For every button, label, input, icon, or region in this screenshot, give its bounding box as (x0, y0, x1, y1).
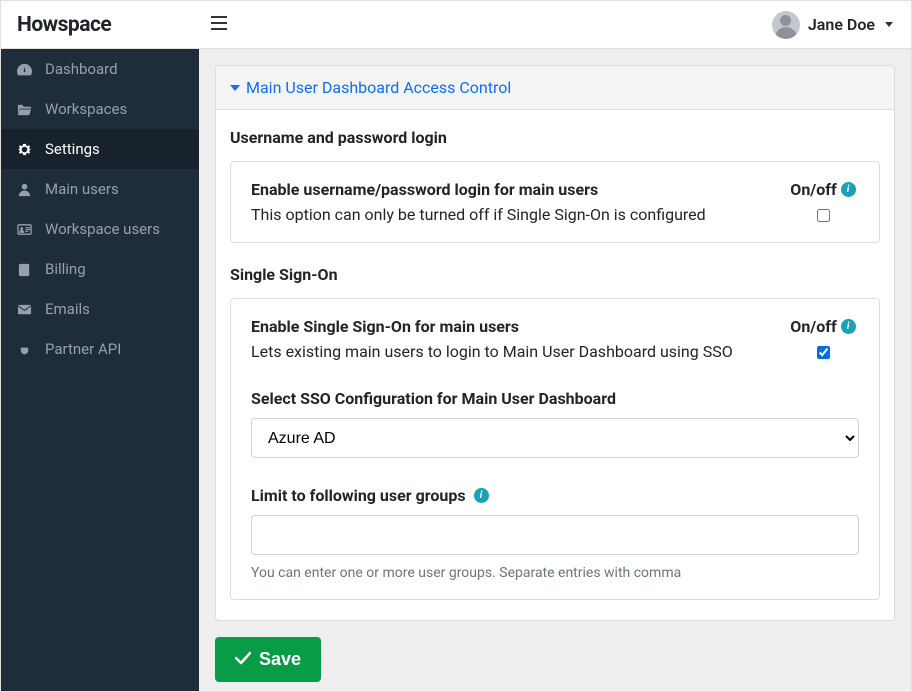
address-card-icon (15, 222, 33, 237)
section-heading-sso: Single Sign-On (230, 265, 880, 284)
main-content: Main User Dashboard Access Control Usern… (199, 49, 911, 691)
sso-title: Enable Single Sign-On for main users (251, 317, 767, 336)
section-heading-userpass: Username and password login (230, 128, 880, 147)
sidebar-item-label: Dashboard (45, 60, 118, 78)
gear-icon (15, 142, 33, 157)
sidebar-item-emails[interactable]: Emails (1, 289, 199, 329)
sidebar-item-workspace-users[interactable]: Workspace users (1, 209, 199, 249)
groups-help: You can enter one or more user groups. S… (251, 565, 859, 581)
accordion-title: Main User Dashboard Access Control (246, 78, 511, 97)
info-icon[interactable]: i (841, 319, 856, 334)
sso-desc: Lets existing main users to login to Mai… (251, 342, 767, 361)
hamburger-icon[interactable] (211, 14, 227, 35)
userpass-card: Enable username/password login for main … (230, 161, 880, 243)
caret-down-icon (230, 85, 240, 91)
sidebar-item-billing[interactable]: Billing (1, 249, 199, 289)
sidebar-item-label: Main users (45, 180, 119, 198)
userpass-toggle[interactable] (817, 209, 830, 222)
check-icon (235, 649, 251, 670)
toggle-label: On/off (790, 317, 836, 336)
user-icon (15, 182, 33, 197)
sidebar-item-label: Workspaces (45, 100, 127, 118)
user-name: Jane Doe (808, 15, 875, 34)
userpass-title: Enable username/password login for main … (251, 180, 767, 199)
sidebar-item-label: Partner API (45, 340, 121, 358)
info-icon[interactable]: i (841, 182, 856, 197)
sso-card: Enable Single Sign-On for main users Let… (230, 298, 880, 600)
accordion-header[interactable]: Main User Dashboard Access Control (216, 66, 894, 110)
toggle-label: On/off (790, 180, 836, 199)
groups-label: Limit to following user groups i (251, 486, 859, 505)
sso-config-label: Select SSO Configuration for Main User D… (251, 389, 859, 408)
plug-icon (15, 342, 33, 357)
access-control-accordion: Main User Dashboard Access Control Usern… (215, 65, 895, 621)
save-button[interactable]: Save (215, 637, 321, 682)
sidebar-item-label: Workspace users (45, 220, 160, 238)
sso-toggle[interactable] (817, 346, 830, 359)
sidebar: Dashboard Workspaces Settings Main users… (1, 49, 199, 691)
sidebar-item-dashboard[interactable]: Dashboard (1, 49, 199, 89)
sidebar-item-workspaces[interactable]: Workspaces (1, 89, 199, 129)
envelope-icon (15, 302, 33, 317)
groups-input[interactable] (251, 515, 859, 555)
info-icon[interactable]: i (474, 488, 489, 503)
caret-down-icon (885, 22, 893, 27)
sso-config-select[interactable]: Azure AD (251, 418, 859, 458)
folder-open-icon (15, 102, 33, 117)
sidebar-item-label: Billing (45, 260, 86, 278)
sidebar-item-label: Emails (45, 300, 90, 318)
tachometer-icon (15, 62, 33, 77)
top-header: Howspace Jane Doe (1, 1, 911, 49)
logo: Howspace (13, 13, 211, 37)
sidebar-item-partner-api[interactable]: Partner API (1, 329, 199, 369)
user-menu[interactable]: Jane Doe (772, 11, 899, 39)
sidebar-item-main-users[interactable]: Main users (1, 169, 199, 209)
sidebar-item-settings[interactable]: Settings (1, 129, 199, 169)
sidebar-item-label: Settings (45, 140, 100, 158)
avatar (772, 11, 800, 39)
userpass-desc: This option can only be turned off if Si… (251, 205, 767, 224)
book-icon (15, 262, 33, 277)
